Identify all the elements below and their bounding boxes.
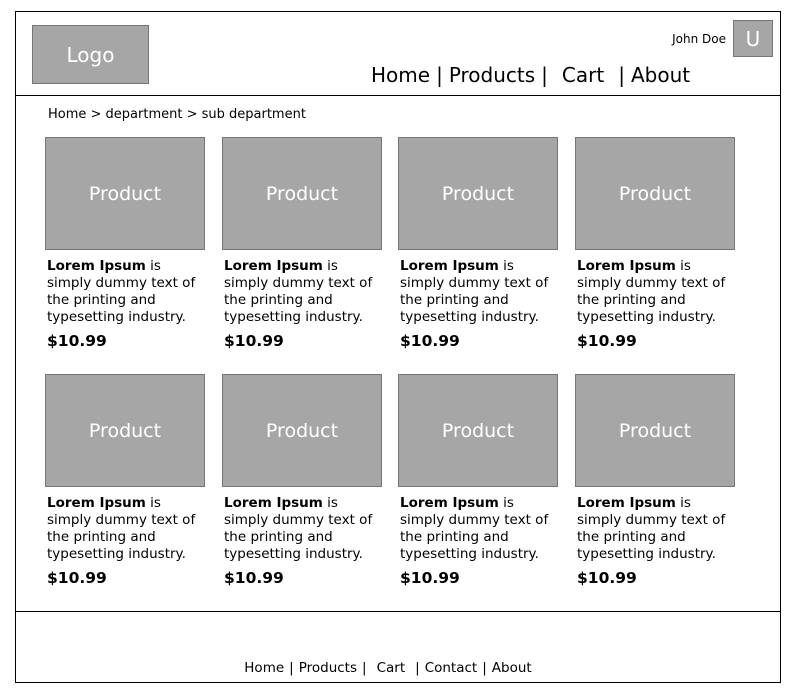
nav-cart-link[interactable]: Cart [562,63,604,87]
footer-separator: | [362,660,367,676]
product-description: Lorem Ipsum is simply dummy text of the … [577,258,735,326]
header-divider [15,95,781,96]
product-description: Lorem Ipsum is simply dummy text of the … [400,258,558,326]
footer-cart-link[interactable]: Cart [377,660,406,676]
product-name: Lorem Ipsum [577,258,676,274]
nav-home-link[interactable]: Home [371,63,430,87]
product-name: Lorem Ipsum [400,495,499,511]
product-name: Lorem Ipsum [224,495,323,511]
product-description: Lorem Ipsum is simply dummy text of the … [577,495,735,563]
nav-separator: | [541,63,548,87]
main-nav: Home | Products | Cart | About [371,63,690,87]
product-card[interactable]: Product Lorem Ipsum is simply dummy text … [222,137,382,350]
product-name: Lorem Ipsum [224,258,323,274]
product-price: $10.99 [47,569,107,587]
user-name: John Doe [672,32,726,46]
product-name: Lorem Ipsum [400,258,499,274]
logo[interactable]: Logo [32,25,149,84]
product-card[interactable]: Product Lorem Ipsum is simply dummy text … [45,137,205,350]
product-description: Lorem Ipsum is simply dummy text of the … [224,258,382,326]
footer-divider [15,611,781,612]
product-image[interactable]: Product [222,374,382,487]
product-price: $10.99 [224,332,284,350]
footer-contact-link[interactable]: Contact [425,660,478,676]
nav-about-link[interactable]: About [631,63,690,87]
product-image[interactable]: Product [45,137,205,250]
avatar[interactable]: U [733,20,773,57]
product-price: $10.99 [400,332,460,350]
product-card[interactable]: Product Lorem Ipsum is simply dummy text … [45,374,205,587]
footer-separator: | [415,660,420,676]
nav-separator: | [436,63,443,87]
product-description: Lorem Ipsum is simply dummy text of the … [400,495,558,563]
product-image[interactable]: Product [222,137,382,250]
product-image[interactable]: Product [575,374,735,487]
product-description: Lorem Ipsum is simply dummy text of the … [224,495,382,563]
product-image[interactable]: Product [398,137,558,250]
footer-products-link[interactable]: Products [299,660,357,676]
product-price: $10.99 [577,332,637,350]
product-name: Lorem Ipsum [47,495,146,511]
product-description: Lorem Ipsum is simply dummy text of the … [47,495,205,563]
footer-home-link[interactable]: Home [244,660,284,676]
product-card[interactable]: Product Lorem Ipsum is simply dummy text … [222,374,382,587]
product-description: Lorem Ipsum is simply dummy text of the … [47,258,205,326]
footer-separator: | [289,660,294,676]
product-price: $10.99 [47,332,107,350]
footer-about-link[interactable]: About [492,660,532,676]
nav-products-link[interactable]: Products [449,63,535,87]
product-price: $10.99 [400,569,460,587]
product-price: $10.99 [577,569,637,587]
product-image[interactable]: Product [398,374,558,487]
product-price: $10.99 [224,569,284,587]
product-name: Lorem Ipsum [47,258,146,274]
product-card[interactable]: Product Lorem Ipsum is simply dummy text … [398,374,558,587]
breadcrumb[interactable]: Home > department > sub department [48,107,306,122]
product-card[interactable]: Product Lorem Ipsum is simply dummy text … [398,137,558,350]
nav-separator: | [618,63,625,87]
footer-separator: | [482,660,487,676]
product-name: Lorem Ipsum [577,495,676,511]
product-card[interactable]: Product Lorem Ipsum is simply dummy text … [575,374,735,587]
product-image[interactable]: Product [575,137,735,250]
footer-nav: Home | Products | Cart | Contact | About [0,660,776,676]
product-card[interactable]: Product Lorem Ipsum is simply dummy text … [575,137,735,350]
product-image[interactable]: Product [45,374,205,487]
